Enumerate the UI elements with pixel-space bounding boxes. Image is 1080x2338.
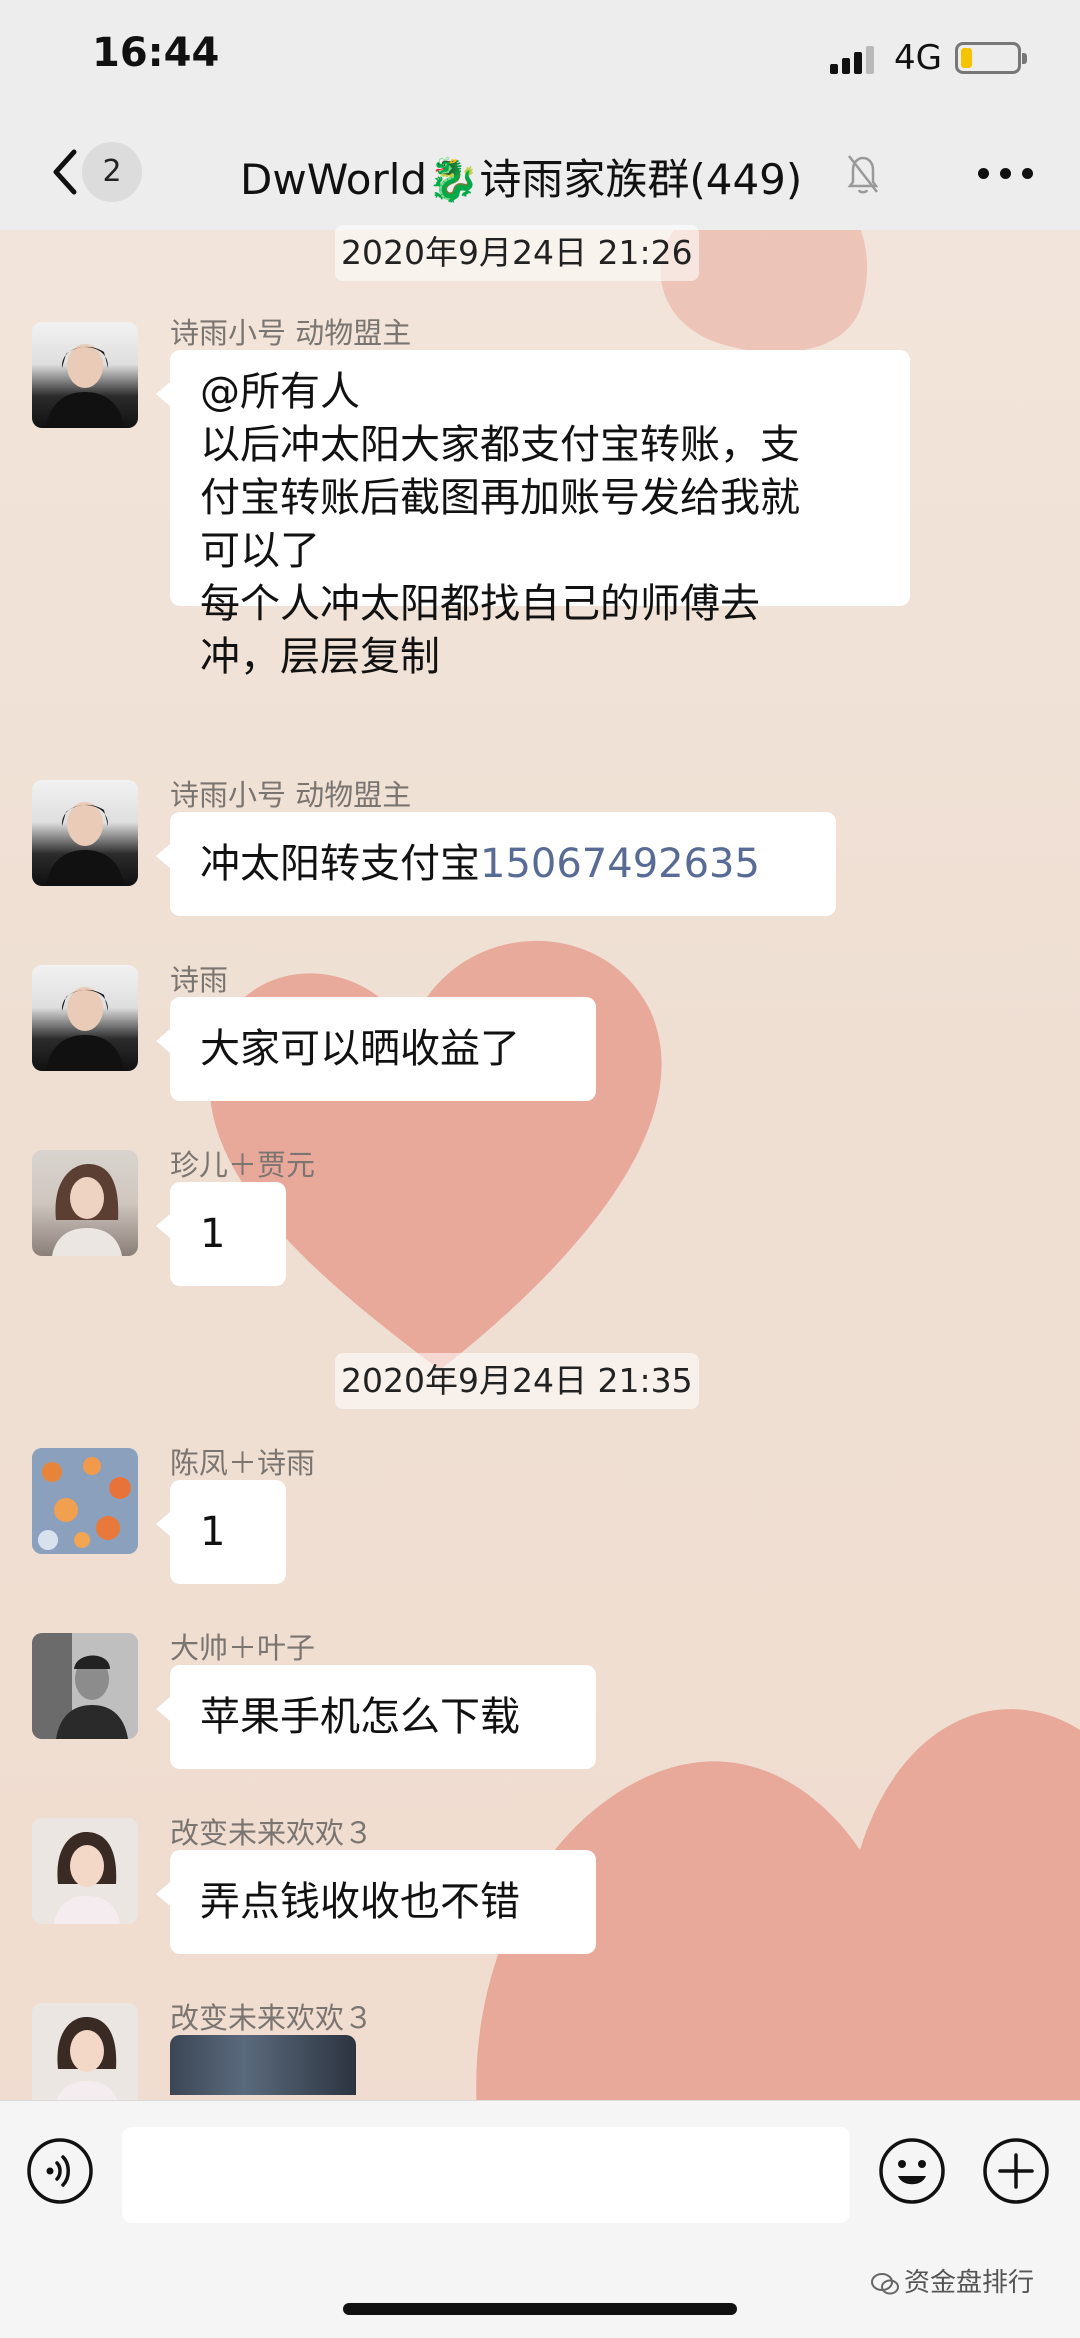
message-timestamp: 2020年9月24日 21:35 bbox=[335, 1353, 699, 1409]
avatar[interactable] bbox=[32, 2003, 138, 2100]
message-bubble[interactable]: 弄点钱收收也不错 bbox=[156, 1850, 596, 1954]
voice-icon[interactable] bbox=[26, 2137, 94, 2205]
message-timestamp: 2020年9月24日 21:26 bbox=[335, 225, 699, 281]
chat-message: 诗雨小号 动物盟主 @所有人 以后冲太阳大家都支付宝转账，支 付宝转账后截图再加… bbox=[32, 310, 1052, 740]
message-line: 每个人冲太阳都找自己的师傅去 bbox=[200, 581, 760, 627]
avatar[interactable] bbox=[32, 1818, 138, 1924]
chat-message: 珍儿＋贾元 1 bbox=[32, 1142, 1052, 1302]
mute-bell-icon bbox=[847, 155, 879, 194]
plus-icon[interactable] bbox=[982, 2137, 1050, 2205]
image-message[interactable] bbox=[170, 2035, 356, 2095]
status-time: 16:44 bbox=[92, 30, 220, 76]
sender-name: 陈凤＋诗雨 bbox=[170, 1446, 316, 1480]
avatar[interactable] bbox=[32, 1150, 138, 1256]
avatar[interactable] bbox=[32, 965, 138, 1071]
avatar[interactable] bbox=[32, 322, 138, 428]
network-type: 4G bbox=[894, 38, 942, 78]
message-bubble[interactable]: @所有人 以后冲太阳大家都支付宝转账，支 付宝转账后截图再加账号发给我就 可以了… bbox=[156, 350, 910, 680]
message-bubble[interactable]: 1 bbox=[156, 1182, 286, 1286]
sender-name: 珍儿＋贾元 bbox=[170, 1148, 316, 1182]
wechat-icon bbox=[871, 2272, 899, 2294]
message-text: 冲太阳转支付宝 bbox=[200, 841, 480, 887]
chat-message: 改变未来欢欢３ 弄点钱收收也不错 bbox=[32, 1810, 1052, 1970]
message-input[interactable] bbox=[122, 2127, 850, 2223]
signal-icon bbox=[830, 46, 876, 74]
sender-name: 诗雨 bbox=[170, 963, 229, 997]
unread-count-badge[interactable]: 2 bbox=[82, 142, 142, 202]
more-options-icon[interactable] bbox=[978, 168, 1038, 182]
chat-message: 诗雨 大家可以晒收益了 bbox=[32, 957, 1052, 1117]
sender-name: 大帅＋叶子 bbox=[170, 1631, 316, 1665]
chat-message: 大帅＋叶子 苹果手机怎么下载 bbox=[32, 1625, 1052, 1785]
message-line: 冲，层层复制 bbox=[200, 634, 440, 680]
avatar[interactable] bbox=[32, 1448, 138, 1554]
message-bubble[interactable]: 冲太阳转支付宝15067492635 bbox=[156, 812, 836, 916]
message-bubble[interactable]: 1 bbox=[156, 1480, 286, 1584]
home-indicator[interactable] bbox=[343, 2303, 737, 2315]
message-bubble[interactable]: 大家可以晒收益了 bbox=[156, 997, 596, 1101]
status-bar: 16:44 4G bbox=[0, 0, 1080, 120]
emoji-icon[interactable] bbox=[878, 2137, 946, 2205]
avatar[interactable] bbox=[32, 1633, 138, 1739]
message-line: 可以了 bbox=[200, 528, 320, 574]
sender-name: 诗雨小号 动物盟主 bbox=[170, 778, 412, 812]
sender-name: 改变未来欢欢３ bbox=[170, 2001, 374, 2035]
chat-header: 2 DwWorld🐉诗雨家族群(449) bbox=[0, 120, 1080, 230]
chat-title: DwWorld🐉诗雨家族群(449) bbox=[240, 155, 803, 204]
chat-message: 陈凤＋诗雨 1 bbox=[32, 1440, 1052, 1600]
message-line: 付宝转账后截图再加账号发给我就 bbox=[200, 475, 800, 521]
chat-message: 诗雨小号 动物盟主 冲太阳转支付宝15067492635 bbox=[32, 772, 1052, 932]
message-line: 以后冲太阳大家都支付宝转账，支 bbox=[200, 422, 800, 468]
phone-number-link[interactable]: 15067492635 bbox=[480, 841, 760, 887]
sender-name: 诗雨小号 动物盟主 bbox=[170, 316, 412, 350]
message-bubble[interactable]: 苹果手机怎么下载 bbox=[156, 1665, 596, 1769]
avatar[interactable] bbox=[32, 780, 138, 886]
message-line: @所有人 bbox=[200, 369, 360, 415]
chat-message: 改变未来欢欢３ bbox=[32, 1995, 1052, 2100]
battery-icon bbox=[955, 42, 1027, 74]
watermark: 资金盘排行 bbox=[870, 2262, 1034, 2299]
sender-name: 改变未来欢欢３ bbox=[170, 1816, 374, 1850]
watermark-text: 资金盘排行 bbox=[904, 2268, 1035, 2298]
